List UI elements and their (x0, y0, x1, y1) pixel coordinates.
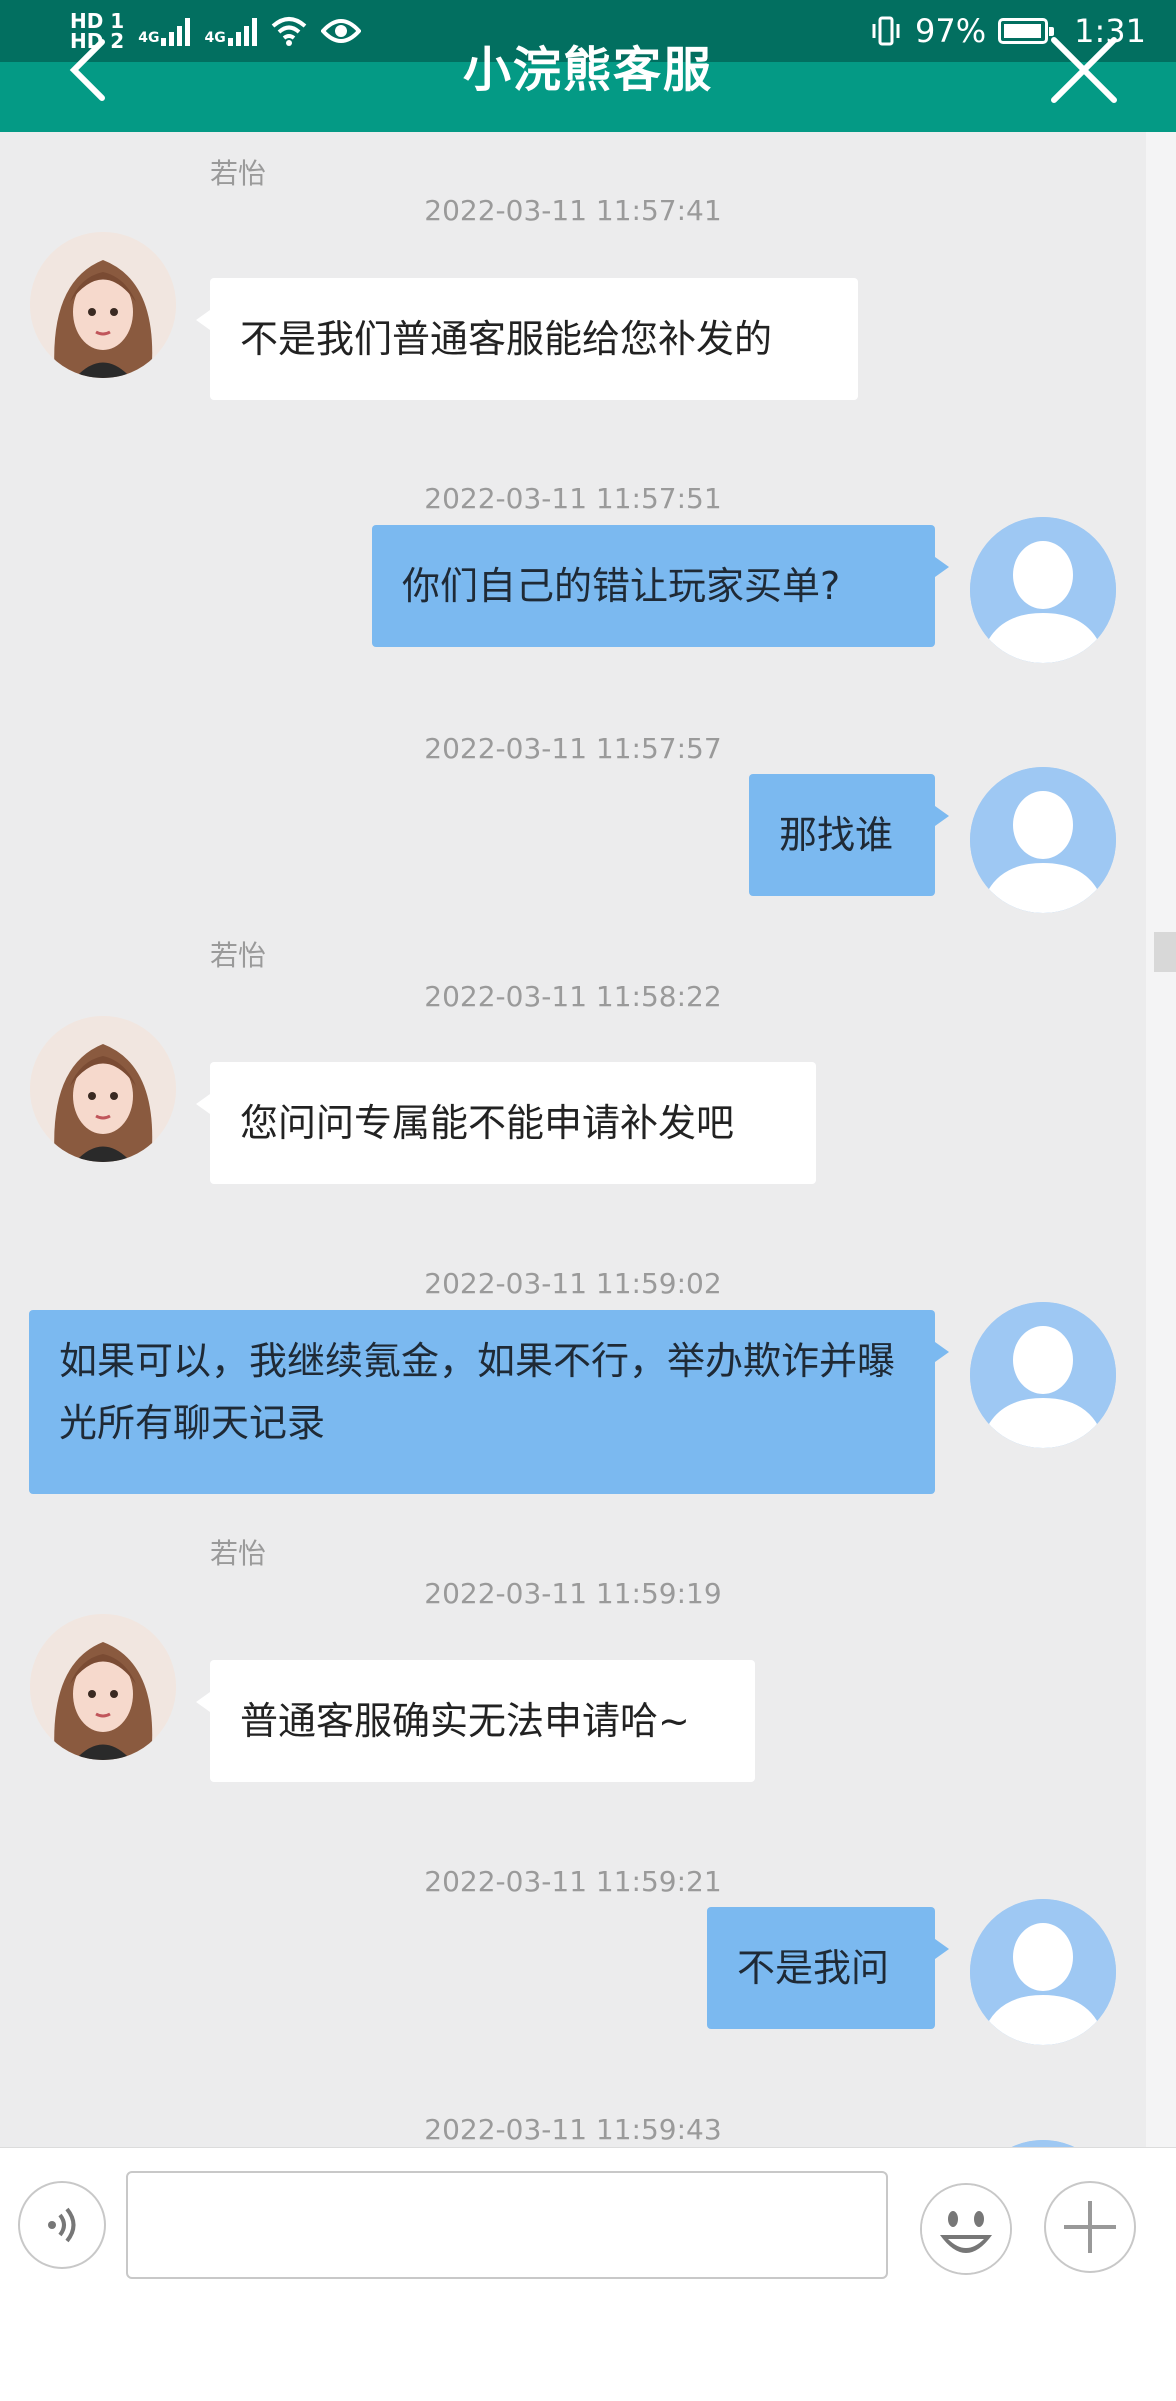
plus-icon (1064, 2201, 1116, 2253)
user-message-bubble[interactable]: 不是我问 (707, 1907, 949, 2029)
agent-avatar-image (30, 232, 176, 378)
emoji-button[interactable] (918, 2181, 1014, 2277)
agent-message-bubble[interactable]: 不是我们普通客服能给您补发的 (196, 278, 858, 400)
message-timestamp: 2022-03-11 11:58:22 (424, 980, 722, 1013)
message-timestamp: 2022-03-11 11:57:51 (424, 482, 722, 515)
agent-avatar-image (30, 1016, 176, 1162)
default-user-avatar-icon (970, 1899, 1116, 2045)
message-timestamp: 2022-03-11 11:59:21 (424, 1865, 722, 1898)
page-title: 小浣熊客服 (462, 42, 713, 98)
back-button[interactable] (62, 30, 142, 110)
back-arrow-icon (69, 39, 105, 101)
agent-avatar[interactable] (30, 1016, 176, 1162)
close-button[interactable] (1044, 30, 1124, 110)
user-message-bubble[interactable]: 如果可以，我继续氪金，如果不行，举办欺诈并曝光所有聊天记录 (29, 1310, 949, 1494)
agent-name: 若怡 (210, 1537, 267, 1570)
voice-icon (48, 2207, 76, 2243)
user-message-bubble[interactable]: 那找谁 (749, 774, 949, 896)
agent-name: 若怡 (210, 157, 267, 190)
user-avatar[interactable] (970, 1899, 1116, 2045)
default-user-avatar-icon (970, 1302, 1116, 1448)
default-user-avatar-icon (970, 767, 1116, 913)
user-message-bubble[interactable]: 你们自己的错让玩家买单? (372, 525, 949, 647)
voice-input-button[interactable] (18, 2181, 106, 2269)
sim1-label: HD 1 (70, 9, 125, 33)
agent-avatar[interactable] (30, 232, 176, 378)
message-timestamp: 2022-03-11 11:59:19 (424, 1577, 722, 1610)
message-timestamp: 2022-03-11 11:57:41 (424, 194, 722, 227)
user-avatar[interactable] (970, 517, 1116, 663)
message-input[interactable] (126, 2171, 888, 2279)
user-avatar[interactable] (970, 767, 1116, 913)
default-user-avatar-icon (970, 517, 1116, 663)
close-icon (1051, 37, 1117, 103)
emoji-icon (920, 2183, 1012, 2275)
message-timestamp: 2022-03-11 11:57:57 (424, 732, 722, 765)
header-bar: HD 1 HD 2 4G 4G 97% 1:31 小浣熊客服 (0, 0, 1176, 132)
agent-message-bubble[interactable]: 普通客服确实无法申请哈~ (196, 1660, 755, 1782)
more-options-button[interactable] (1044, 2181, 1136, 2273)
scroll-thumb[interactable] (1154, 932, 1176, 972)
user-avatar[interactable] (970, 1302, 1116, 1448)
agent-avatar[interactable] (30, 1614, 176, 1760)
chat-scrollbar[interactable] (1146, 132, 1176, 2147)
message-timestamp: 2022-03-11 11:59:02 (424, 1267, 722, 1300)
agent-name: 若怡 (210, 939, 267, 972)
message-timestamp: 2022-03-11 11:59:43 (424, 2113, 722, 2146)
input-bar (0, 2147, 1176, 2401)
chat-message-list[interactable]: 2022-03-11 11:57:41 若怡 不是我们普通客服能给您补发的 20… (0, 132, 1146, 2147)
agent-message-bubble[interactable]: 您问问专属能不能申请补发吧 (196, 1062, 816, 1184)
agent-avatar-image (30, 1614, 176, 1760)
